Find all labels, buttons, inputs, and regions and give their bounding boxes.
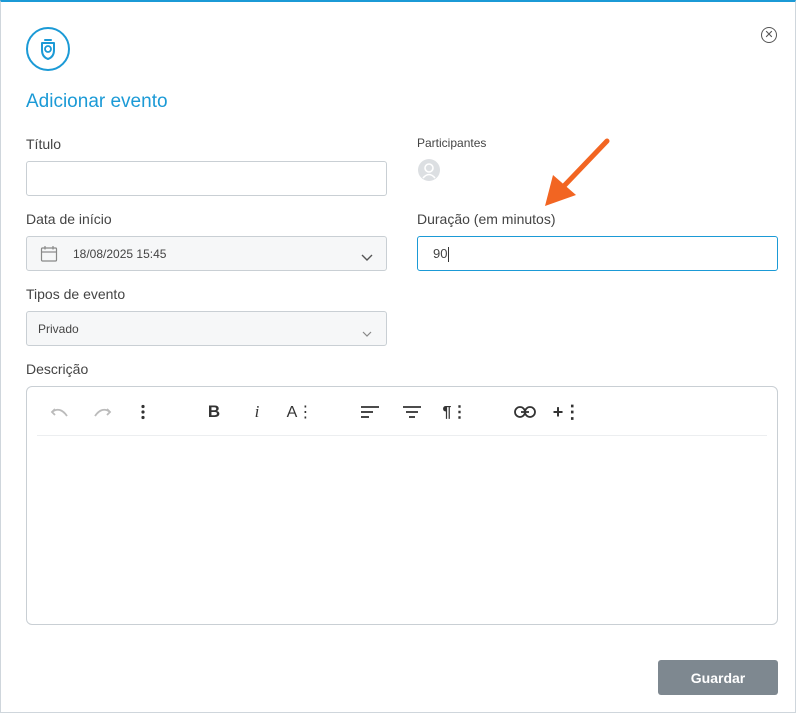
description-editor[interactable]: B i A⋮ ¶⋮ +⋮ [26,386,778,625]
redo-icon[interactable] [91,399,113,425]
event-type-select[interactable]: Privado [26,311,387,346]
title-label: Título [26,136,62,152]
link-icon[interactable] [513,399,537,425]
start-date-value: 18/08/2025 15:45 [73,247,167,261]
duration-label: Duração (em minutos) [417,211,556,227]
app-logo-icon [26,27,70,71]
duration-input[interactable]: 90 [417,236,778,271]
toolbar-divider [37,435,767,436]
italic-button[interactable]: i [247,399,267,425]
chevron-down-icon [362,325,372,343]
duration-input-value: 90 [433,246,450,263]
close-icon[interactable]: ✕ [761,27,777,43]
dialog-title: Adicionar evento [26,91,168,112]
participants-label: Participantes [417,136,487,150]
paragraph-button[interactable]: ¶⋮ [443,399,468,425]
duration-value-text: 90 [433,246,448,261]
more-vertical-icon[interactable] [135,399,151,425]
save-button[interactable]: Guardar [658,660,778,695]
description-label: Descrição [26,361,89,377]
avatar-icon[interactable] [418,159,440,181]
annotation-arrow [545,138,610,206]
chevron-down-icon [361,249,373,267]
font-format-button[interactable]: A⋮ [287,399,314,425]
bold-button[interactable]: B [204,399,224,425]
event-type-label: Tipos de evento [26,286,126,302]
align-left-icon[interactable] [359,399,381,425]
undo-icon[interactable] [49,399,71,425]
start-date-picker[interactable]: 18/08/2025 15:45 [26,236,387,271]
event-type-value: Privado [38,322,79,336]
align-center-icon[interactable] [401,399,423,425]
add-event-dialog: ✕ Adicionar evento Título Participantes … [0,0,796,713]
title-input[interactable] [26,161,387,196]
insert-button[interactable]: +⋮ [553,399,582,425]
text-caret [448,247,450,263]
start-date-label: Data de início [26,211,112,227]
calendar-icon [40,245,58,268]
